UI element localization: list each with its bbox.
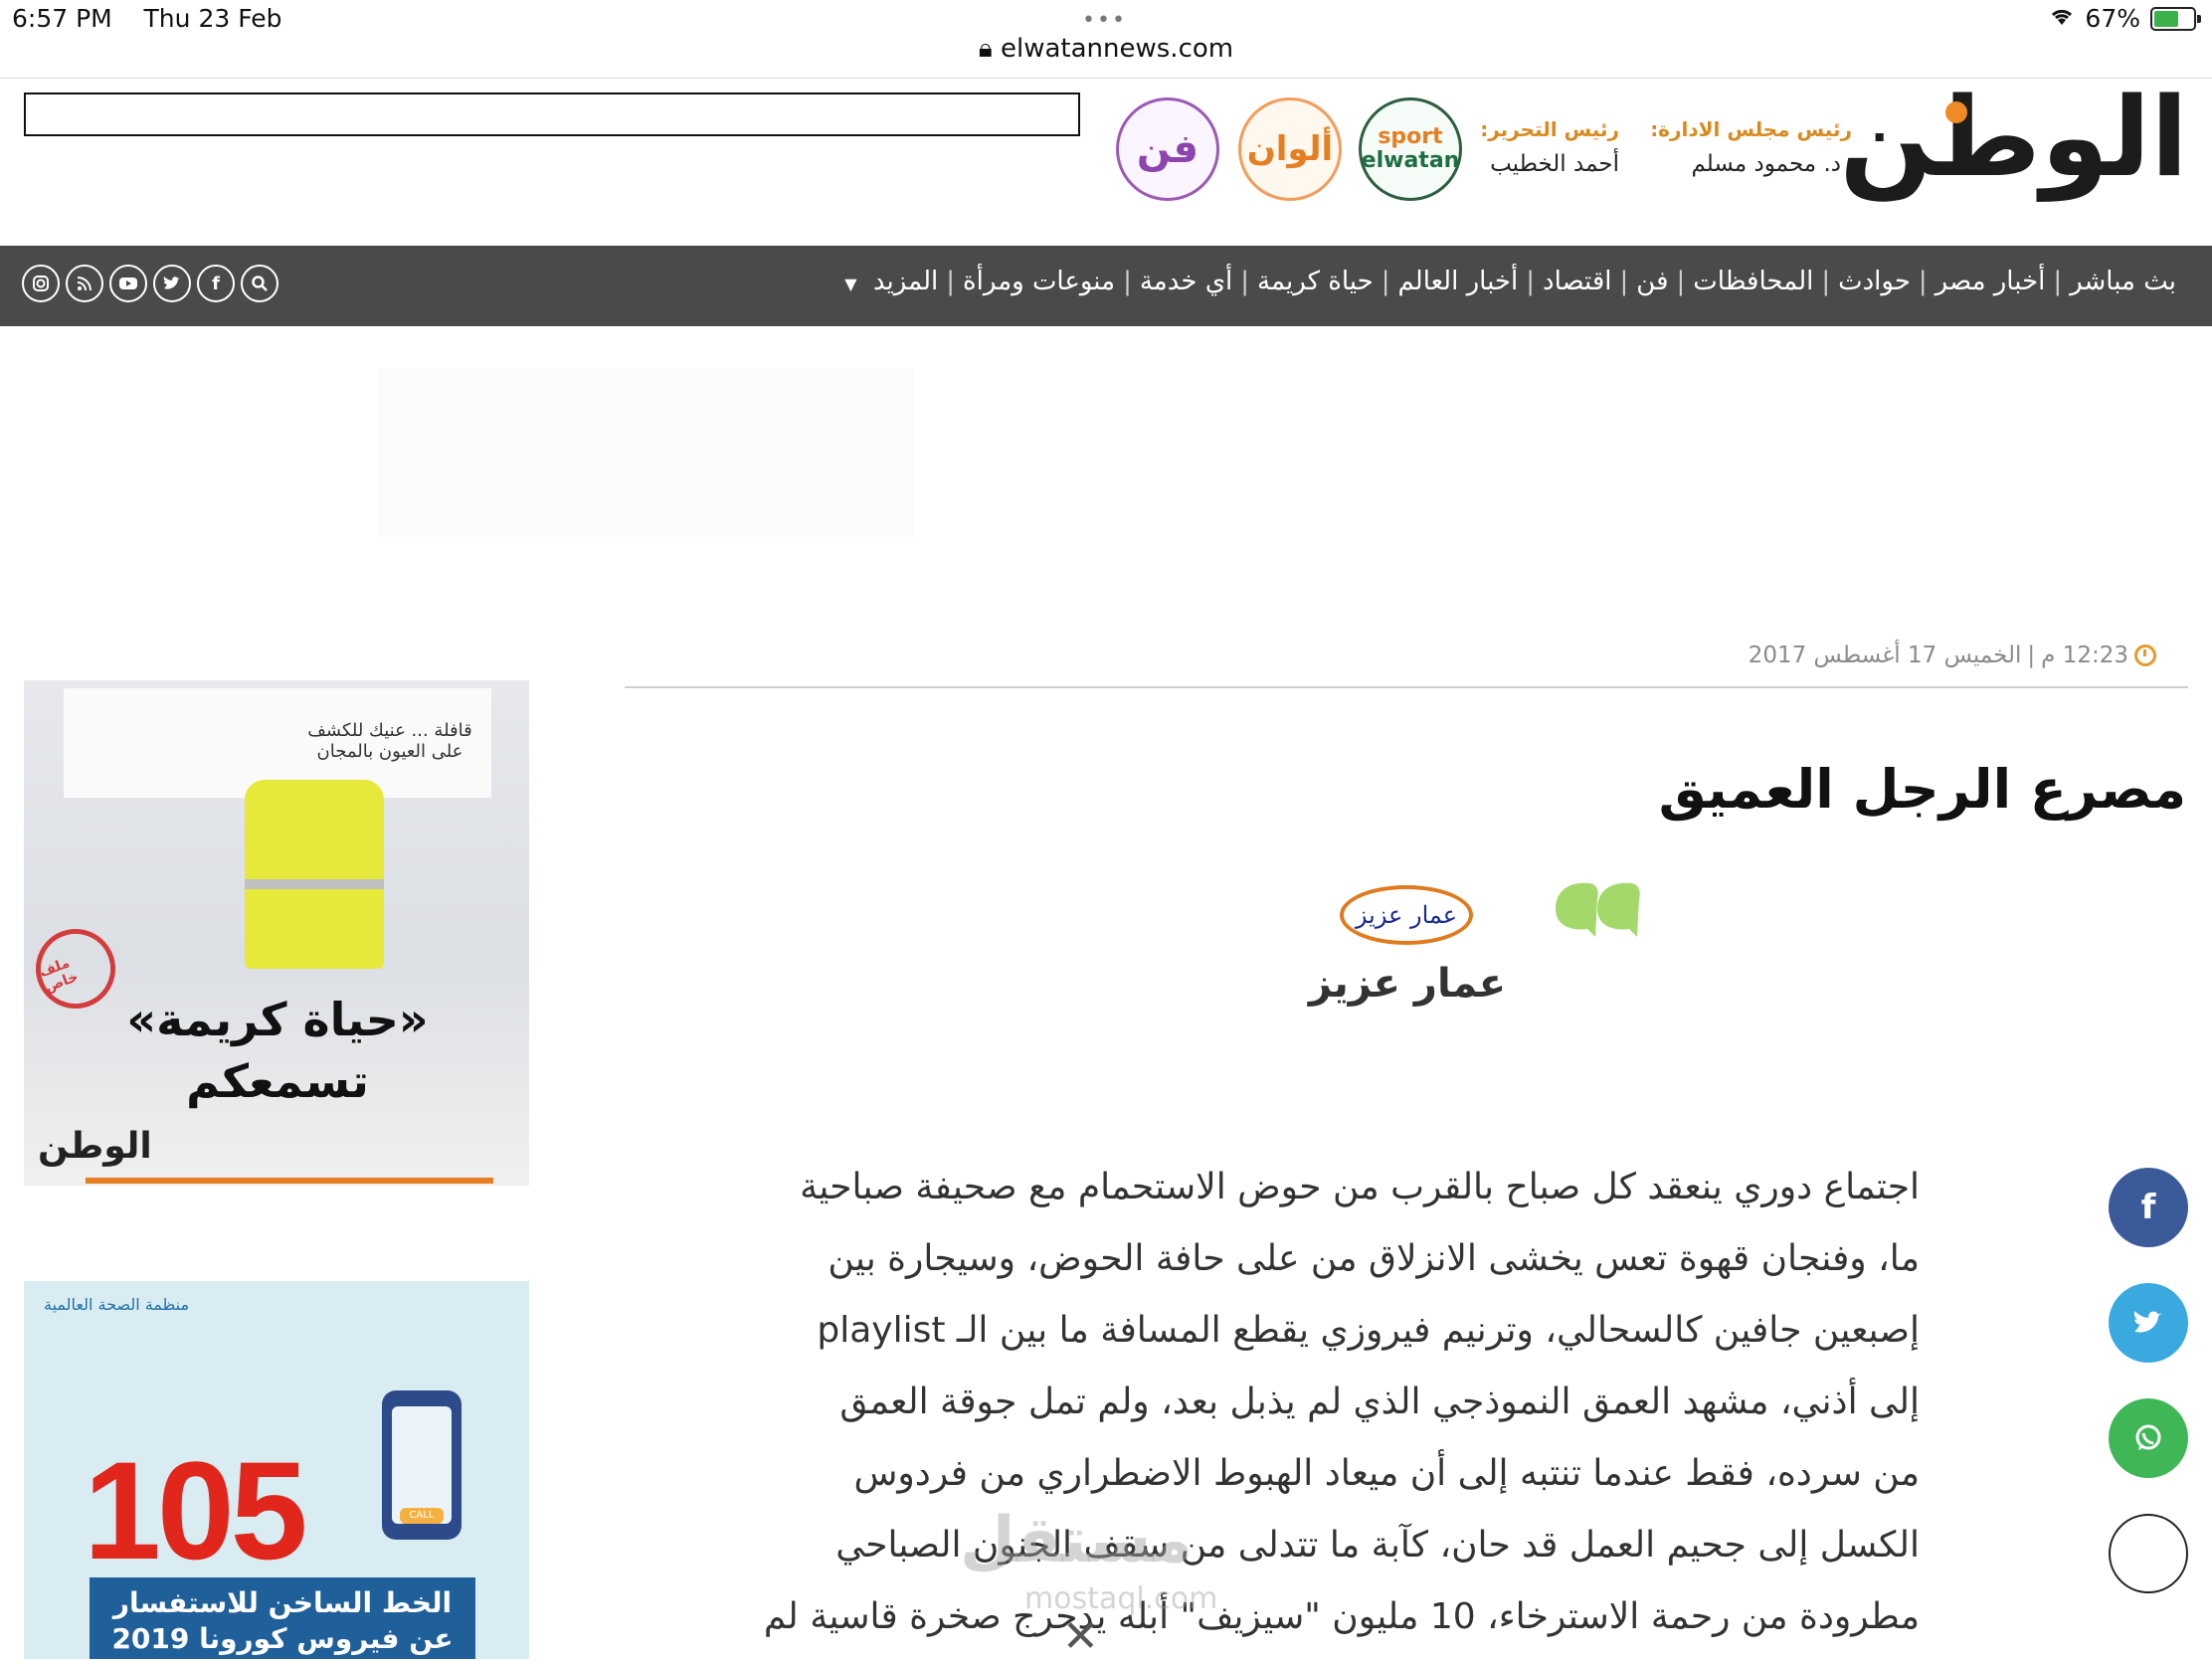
- social-icons: f: [22, 265, 278, 302]
- nav-item-live[interactable]: بث مباشر: [2070, 267, 2176, 296]
- ad-placeholder: [378, 368, 915, 537]
- multitask-dots[interactable]: •••: [1082, 8, 1127, 33]
- nav-item-world-news[interactable]: أخبار العالم: [1397, 267, 1518, 296]
- article-body-line: الكسل إلى جحيم العمل قد حان، كآبة ما تتد…: [835, 1525, 1920, 1566]
- nav-item-more-label: المزيد: [872, 267, 939, 296]
- close-icon[interactable]: ✕: [1062, 1611, 1099, 1662]
- board-chair-name: د. محمود مسلم: [1691, 151, 1841, 177]
- article-body-line: إلى أذني، مشهد العمق النموذجي الذي لم يذ…: [839, 1382, 1920, 1422]
- ad2-org: منظمة الصحة العالمية: [44, 1295, 190, 1314]
- url-text: elwatannews.com: [1001, 34, 1234, 64]
- author-logo[interactable]: عمار عزيز: [1340, 885, 1473, 945]
- fan-logo-link[interactable]: فن: [1116, 97, 1219, 201]
- alwan-logo-link[interactable]: ألوان: [1238, 97, 1342, 201]
- author-name[interactable]: عمار عزيز: [1283, 961, 1532, 1007]
- article-body-line: مطرودة من رحمة الاسترخاء، 10 مليون "سيزي…: [763, 1596, 1920, 1637]
- facebook-icon[interactable]: f: [197, 265, 235, 302]
- sidebar-ad-decent-life[interactable]: قافلة ... عنيك للكشف على العيون بالمجان …: [24, 680, 529, 1186]
- article-datetime: 12:23 م | الخميس 17 أغسطس 2017: [1749, 643, 2156, 668]
- share-whatsapp-button[interactable]: [2109, 1398, 2188, 1478]
- url-bar[interactable]: 🔒︎ elwatannews.com: [0, 34, 2212, 65]
- article-date: الخميس 17 أغسطس 2017: [1748, 643, 2022, 668]
- ad1-vest-figure: [245, 780, 384, 969]
- battery-percent: 67%: [2085, 4, 2140, 33]
- clock-icon: [2134, 645, 2156, 666]
- twitter-icon: [2133, 1311, 2162, 1333]
- article-body-line: ما، وفنجان قهوة تعس يخشى الانزلاق من على…: [828, 1238, 1920, 1279]
- article-title: مصرع الرجل العميق: [1658, 758, 2186, 821]
- nav-item-any-service[interactable]: أي خدمة: [1140, 267, 1232, 296]
- article-body-line: اجتماع دوري ينعقد كل صباح بالقرب من حوض …: [800, 1167, 1920, 1207]
- nav-item-egypt-news[interactable]: أخبار مصر: [1936, 267, 2046, 296]
- site-logo-dot: [1945, 101, 1967, 123]
- nav-item-art[interactable]: فن: [1636, 267, 1668, 296]
- nav-item-decent-life[interactable]: حياة كريمة: [1257, 267, 1374, 296]
- meta-divider: [625, 686, 2188, 688]
- share-more-button[interactable]: [2109, 1514, 2188, 1593]
- ad1-logo: الوطن: [38, 1126, 152, 1167]
- article-body-line: إصبعين جافين كالسحالي، وترنيم فيروزي يقط…: [817, 1310, 1920, 1351]
- ad2-phone-screen: [392, 1406, 452, 1524]
- share-twitter-button[interactable]: [2109, 1283, 2188, 1363]
- nav-item-misc-women[interactable]: منوعات ومرأة: [963, 267, 1115, 296]
- article-time: 12:23 م: [2041, 643, 2128, 668]
- ad1-vest-stripe: [245, 879, 384, 889]
- quote-icon: [1552, 879, 1643, 941]
- ad2-hotline-number: 105: [84, 1432, 308, 1588]
- share-facebook-button[interactable]: f: [2109, 1168, 2188, 1247]
- sport-logo-link[interactable]: sport elwatan: [1359, 97, 1462, 201]
- ad2-call-label: CALL: [400, 1508, 444, 1524]
- nav-menu: بث مباشر | أخبار مصر | حوادث | المحافظات | ف…: [844, 267, 2176, 296]
- wifi-icon: [2049, 4, 2075, 33]
- sidebar-ad-corona-hotline[interactable]: منظمة الصحة العالمية 105 CALL الخط الساخ…: [24, 1281, 529, 1659]
- sport-logo-line2: elwatan: [1361, 148, 1460, 173]
- instagram-icon[interactable]: [22, 265, 60, 302]
- caret-down-icon: ▼: [844, 275, 857, 293]
- rss-icon[interactable]: [66, 265, 103, 302]
- nav-item-governorates[interactable]: المحافظات: [1693, 267, 1813, 296]
- editor-in-chief-label: رئيس التحرير:: [1480, 117, 1619, 141]
- nav-item-economy[interactable]: اقتصاد: [1543, 267, 1612, 296]
- whatsapp-icon: [2135, 1424, 2161, 1450]
- nav-item-accidents[interactable]: حوادث: [1838, 267, 1911, 296]
- site-logo[interactable]: الوطن: [1839, 78, 2188, 198]
- header-search-input[interactable]: [24, 92, 1080, 136]
- lock-icon: 🔒︎: [978, 34, 993, 64]
- facebook-icon: f: [2140, 1188, 2156, 1227]
- status-indicators: 67%: [2049, 4, 2201, 33]
- ad1-banner-text: قافلة ... عنيك للكشف على العيون بالمجان: [307, 720, 472, 762]
- ad1-accent-bar: [86, 1178, 493, 1184]
- watermark-url: mostaql.com: [1024, 1581, 1218, 1616]
- twitter-icon[interactable]: [153, 265, 191, 302]
- sport-logo-line1: sport: [1378, 124, 1443, 149]
- article-body: اجتماع دوري ينعقد كل صباح بالقرب من حوض …: [627, 1152, 1920, 1653]
- nav-item-more[interactable]: المزيد ▼: [844, 267, 938, 296]
- watermark: مستقل: [960, 1504, 1194, 1577]
- status-date-text: Thu 23 Feb: [143, 4, 282, 33]
- ad2-text: الخط الساخن للاستفسار عن فيروس كورونا 20…: [111, 1586, 454, 1655]
- status-time: 6:57 PM Thu 23 Feb: [12, 4, 281, 33]
- editor-in-chief-name: أحمد الخطيب: [1490, 151, 1619, 177]
- status-time-text: 6:57 PM: [12, 4, 112, 33]
- ad1-title: «حياة كريمة» تسمعكم: [126, 993, 429, 1108]
- search-icon[interactable]: [241, 265, 278, 302]
- article-body-line: من سرده، فقط عندما تنتبه إلى أن ميعاد ال…: [853, 1453, 1920, 1494]
- board-chair-label: رئيس مجلس الادارة:: [1650, 117, 1852, 141]
- youtube-icon[interactable]: [109, 265, 147, 302]
- battery-icon: [2150, 6, 2201, 31]
